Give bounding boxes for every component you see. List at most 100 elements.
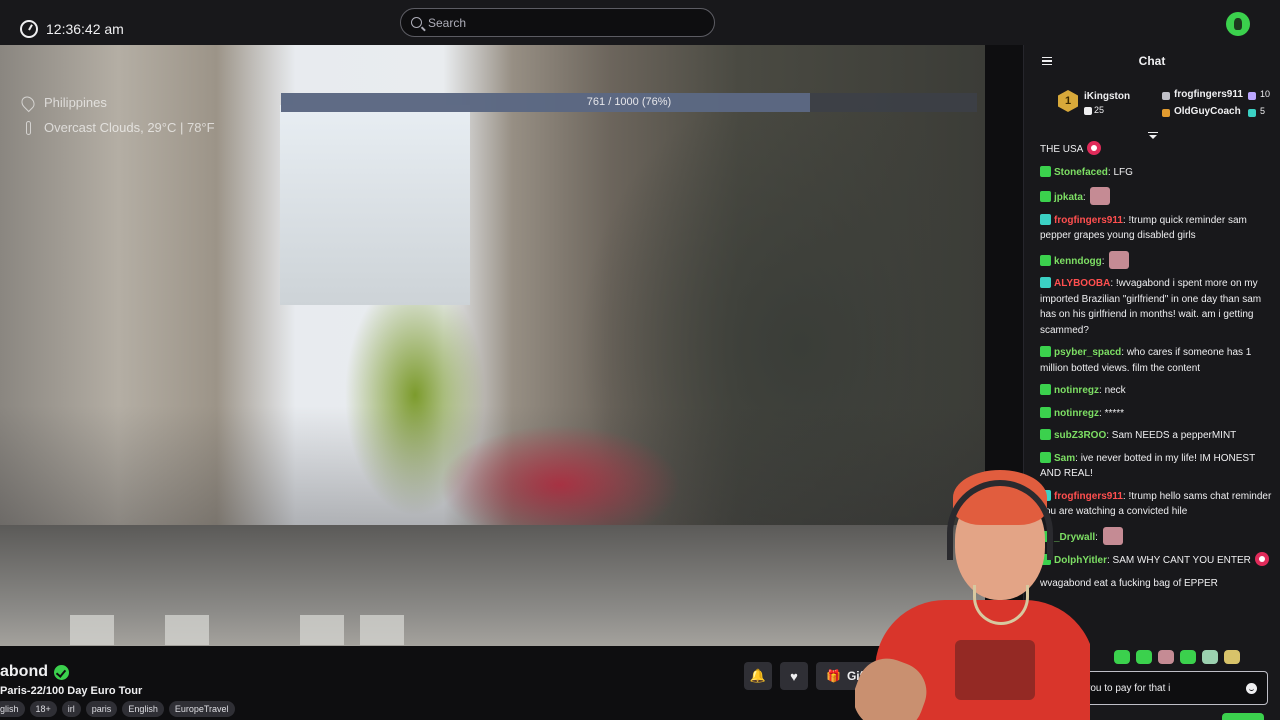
tag[interactable]: paris: [85, 701, 118, 717]
goal-progress-bar: 761 / 1000 (76%): [281, 93, 977, 112]
rank-badge: 1: [1058, 90, 1078, 112]
heart-icon: ♥: [790, 668, 798, 684]
webcam-shirt-print: [955, 640, 1035, 700]
gift-icon: 🎁: [826, 669, 841, 683]
chat-message: notinregz: *****: [1040, 406, 1276, 422]
chat-message: notinregz: neck: [1040, 383, 1276, 399]
emote-icon[interactable]: [1136, 650, 1152, 664]
user-avatar[interactable]: [1226, 12, 1250, 36]
tag[interactable]: glish: [0, 701, 25, 717]
notifications-button[interactable]: 🔔: [744, 662, 772, 690]
heart-emote-icon: [1254, 552, 1269, 566]
webcam-overlay: [855, 460, 1090, 720]
leaderboard-name[interactable]: frogfingers911: [1174, 89, 1243, 100]
user-badge-icon: [1040, 254, 1051, 266]
emote-icon[interactable]: [1224, 650, 1240, 664]
user-badge-icon: [1040, 213, 1051, 225]
stream-title: Paris-22/100 Day Euro Tour: [0, 685, 143, 697]
chat-message: ALYBOOBA: !wvagabond i spent more on my …: [1040, 276, 1276, 338]
emote-icon[interactable]: [1180, 650, 1196, 664]
verified-icon: [54, 664, 69, 680]
location-row: Philippines: [18, 93, 215, 112]
user-badge-icon: [1040, 384, 1051, 395]
leaderboard-count: 25: [1094, 105, 1105, 115]
chat-send-button[interactable]: [1222, 713, 1264, 720]
chat-username[interactable]: ALYBOOBA: [1054, 278, 1110, 289]
heart-emote-icon: [1087, 141, 1102, 155]
video-street: [0, 525, 985, 646]
thermometer-icon: [26, 120, 31, 135]
face-emote-icon: [1102, 526, 1123, 545]
location-text: Philippines: [44, 95, 107, 110]
chat-separator: :: [1082, 192, 1089, 203]
user-badge-icon: [1040, 429, 1051, 440]
chat-text: Sam NEEDS a pepperMINT: [1111, 430, 1237, 441]
chat-message: jpkata:: [1040, 187, 1276, 206]
chat-input[interactable]: [1077, 682, 1237, 694]
tag[interactable]: 18+: [29, 701, 57, 717]
chat-username[interactable]: kenndogg: [1054, 256, 1102, 267]
video-sky: [280, 105, 470, 305]
channel-name-text[interactable]: abond: [0, 663, 48, 681]
tag-list: glish 18+ irl paris English EuropeTravel: [0, 701, 235, 717]
chat-username[interactable]: psyber_spacd: [1054, 347, 1121, 358]
user-badge-icon: [1040, 191, 1051, 202]
goal-progress-text: 761 / 1000 (76%): [586, 96, 672, 108]
tag[interactable]: EuropeTravel: [168, 701, 235, 717]
chat-message: kenndogg:: [1040, 250, 1276, 270]
emote-icon[interactable]: [1114, 650, 1130, 664]
user-badge-icon: [1040, 406, 1051, 418]
follow-button[interactable]: ♥: [780, 662, 808, 690]
crosswalk-stripe: [70, 615, 114, 645]
chat-text: SAM WHY CANT YOU ENTER: [1112, 555, 1251, 566]
tag[interactable]: irl: [61, 701, 81, 717]
gift-icon: [1248, 109, 1256, 117]
tag[interactable]: English: [122, 701, 164, 717]
chat-message: THE USA: [1040, 141, 1276, 158]
leaderboard-count: 5: [1260, 106, 1266, 116]
leaderboard-name[interactable]: OldGuyCoach: [1174, 106, 1241, 117]
user-badge-icon: [1040, 165, 1051, 177]
gift-icon: [1084, 107, 1092, 115]
chat-text: LFG: [1113, 166, 1133, 178]
chat-username[interactable]: Stonefaced: [1054, 167, 1108, 178]
stream-info-overlay: Philippines Overcast Clouds, 29°C | 78°F: [18, 93, 215, 135]
user-badge-icon: [1040, 277, 1051, 288]
chat-text: THE USA: [1040, 144, 1084, 155]
chat-separator: :: [1101, 255, 1108, 267]
face-emote-icon: [1109, 250, 1130, 269]
chat-username[interactable]: jpkata: [1054, 192, 1083, 203]
chat-input-box[interactable]: [1068, 671, 1268, 705]
clock-time: 12:36:42 am: [46, 21, 124, 37]
smile-icon[interactable]: [1246, 683, 1257, 694]
clock-display: 12:36:42 am: [20, 20, 124, 38]
chat-header: Chat: [1024, 45, 1280, 77]
search-icon: [411, 17, 422, 28]
chat-text: *****: [1104, 407, 1125, 419]
leaderboard-count: 10: [1260, 89, 1271, 99]
chat-leaderboard: 1 iKingston 25 frogfingers911 10 OldGuyC…: [1058, 87, 1278, 123]
chat-username[interactable]: notinregz: [1054, 385, 1099, 396]
chat-username[interactable]: frogfingers911: [1054, 215, 1123, 226]
chat-username[interactable]: notinregz: [1054, 408, 1099, 419]
chat-message: psyber_spacd: who cares if someone has 1…: [1040, 345, 1276, 376]
face-emote-icon: [1090, 187, 1111, 205]
search-box[interactable]: [400, 8, 715, 37]
search-input[interactable]: [428, 15, 688, 30]
chat-message: Stonefaced: LFG: [1040, 165, 1276, 181]
collapse-icon[interactable]: [1042, 57, 1052, 65]
emote-icon[interactable]: [1158, 650, 1174, 664]
leaderboard-name[interactable]: iKingston: [1084, 91, 1130, 102]
channel-name[interactable]: abond: [0, 663, 69, 681]
weather-row: Overcast Clouds, 29°C | 78°F: [22, 120, 215, 135]
pin-icon: [18, 93, 38, 112]
gift-icon: [1162, 92, 1170, 100]
chat-username[interactable]: subZ3ROO: [1054, 430, 1106, 441]
leaderboard-expand-icon[interactable]: [1148, 132, 1158, 140]
clock-icon: [20, 20, 38, 38]
emote-icon[interactable]: [1202, 650, 1218, 664]
gift-icon: [1248, 92, 1256, 100]
video-player[interactable]: Philippines Overcast Clouds, 29°C | 78°F: [0, 45, 985, 646]
chat-title: Chat: [1138, 54, 1166, 68]
chat-message: frogfingers911: !trump quick reminder sa…: [1040, 213, 1276, 244]
